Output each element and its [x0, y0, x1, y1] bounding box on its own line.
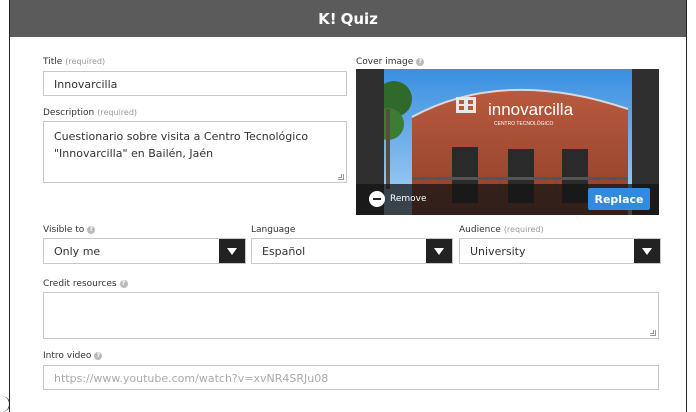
cover-image-label: Cover image?	[356, 57, 425, 67]
quiz-editor-panel: K! Quiz Title (required) Innovarcilla Des…	[9, 0, 687, 412]
audience-label: Audience (required)	[459, 225, 544, 235]
visible-to-label-text: Visible to	[43, 225, 85, 235]
cover-actions-bar: Remove Replace	[356, 184, 659, 215]
replace-button[interactable]: Replace	[588, 188, 650, 210]
visible-to-value: Only me	[54, 245, 101, 258]
remove-button[interactable]: Remove	[390, 194, 427, 204]
minus-circle-icon[interactable]	[369, 191, 385, 207]
title-label-text: Title	[43, 57, 63, 67]
credit-resources-label: Credit resources?	[43, 279, 128, 289]
audience-required: (required)	[503, 225, 544, 234]
audience-label-text: Audience	[459, 225, 501, 235]
title-label: Title (required)	[43, 57, 105, 67]
intro-video-placeholder: https://www.youtube.com/watch?v=xvNR4SRJ…	[54, 372, 329, 385]
resize-handle-icon[interactable]	[338, 174, 344, 180]
cover-sign-subtitle: CENTRO TECNOLÓGICO	[494, 120, 553, 127]
cover-image-label-text: Cover image	[356, 57, 414, 67]
language-select[interactable]: Español	[251, 238, 453, 264]
credit-resources-textarea[interactable]	[43, 292, 659, 339]
cover-sign-brand: innovarcilla	[488, 100, 574, 119]
intro-video-label: Intro video?	[43, 351, 103, 361]
chevron-down-icon[interactable]	[426, 239, 452, 263]
description-line-2: "Innovarcilla" en Bailén, Jaén	[54, 147, 214, 160]
intro-video-input[interactable]: https://www.youtube.com/watch?v=xvNR4SRJ…	[43, 365, 659, 390]
description-line-1: Cuestionario sobre visita a Centro Tecno…	[54, 130, 309, 143]
description-label-text: Description	[43, 108, 95, 118]
help-circle-icon[interactable]: ?	[94, 351, 103, 360]
visible-to-label: Visible to?	[43, 225, 96, 235]
intro-video-label-text: Intro video	[43, 351, 92, 361]
header-bar: K! Quiz	[10, 0, 686, 37]
chevron-down-icon[interactable]	[219, 239, 245, 263]
audience-value: University	[470, 245, 526, 258]
chevron-down-icon[interactable]	[634, 239, 660, 263]
visible-to-select[interactable]: Only me	[43, 238, 246, 264]
title-required: (required)	[65, 57, 106, 66]
cover-image: innovarcilla CENTRO TECNOLÓGICO Remove R…	[356, 69, 659, 215]
language-label: Language	[251, 225, 295, 235]
resize-handle-icon[interactable]	[650, 330, 656, 336]
description-textarea[interactable]: Cuestionario sobre visita a Centro Tecno…	[43, 121, 347, 183]
help-circle-icon[interactable]: ?	[119, 279, 128, 288]
language-value: Español	[262, 245, 306, 258]
kahoot-logo: K!	[318, 9, 337, 28]
header-title: Quiz	[340, 9, 378, 28]
credit-resources-label-text: Credit resources	[43, 279, 117, 289]
language-label-text: Language	[251, 225, 296, 235]
title-input-value: Innovarcilla	[54, 78, 118, 91]
description-label: Description (required)	[43, 108, 137, 118]
audience-select[interactable]: University	[459, 238, 661, 264]
help-circle-icon[interactable]: ?	[87, 225, 96, 234]
title-input[interactable]: Innovarcilla	[43, 71, 347, 96]
description-required: (required)	[97, 108, 138, 117]
help-circle-icon[interactable]: ?	[416, 57, 425, 66]
